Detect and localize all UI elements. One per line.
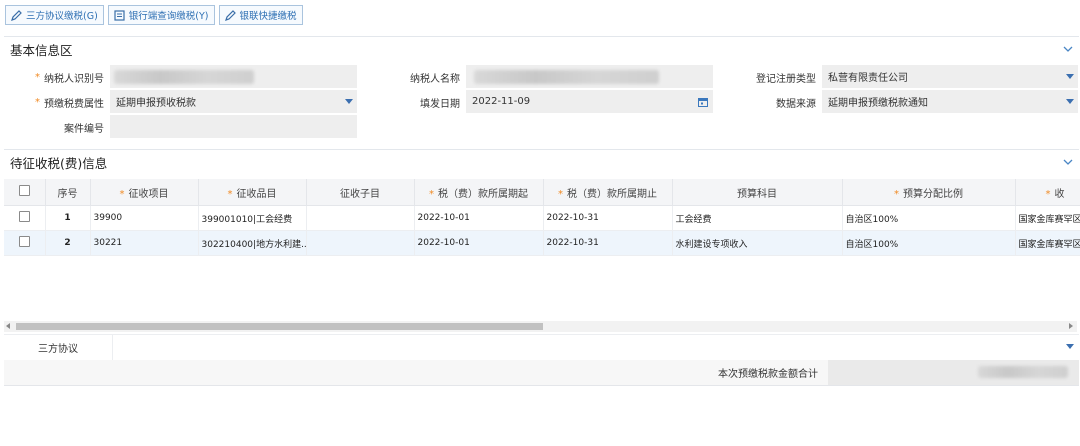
- redacted-value: [114, 70, 254, 84]
- cell-start: 2022-10-01: [414, 205, 544, 231]
- bank-query-pay-button[interactable]: 银行端查询缴税(Y): [107, 5, 215, 25]
- redacted-value: [474, 70, 659, 84]
- col-header-budget[interactable]: 预算科目: [672, 179, 843, 206]
- cell-end: 2022-10-31: [543, 205, 673, 231]
- cell-ratio: 自治区100%: [842, 205, 1016, 231]
- basic-row-2: * 预缴税费属性 延期申报预收税款 填发日期 2022-11-09 数据来源 延期…: [4, 90, 1079, 114]
- prepay-attr-label: * 预缴税费属性: [35, 96, 104, 110]
- dropdown-caret-icon[interactable]: [1066, 344, 1074, 349]
- total-amount-field[interactable]: [828, 360, 1079, 385]
- unionpay-quick-pay-label: 银联快捷缴税: [239, 11, 297, 22]
- cell-ratio: 自治区100%: [842, 230, 1016, 256]
- basic-row-1: * 纳税人识别号 纳税人名称 登记注册类型 私营有限责任公司: [4, 65, 1079, 89]
- basic-info-header[interactable]: 基本信息区: [4, 36, 1079, 62]
- cell-sub: 302210400|地方水利建...: [198, 230, 307, 256]
- total-row: 本次预缴税款金额合计: [4, 360, 1079, 386]
- case-no-label: 案件编号: [64, 123, 104, 135]
- select-all-checkbox[interactable]: [18, 185, 30, 196]
- calendar-icon[interactable]: [698, 97, 708, 107]
- cell-budget: 水利建设专项收入: [672, 230, 843, 256]
- col-header-no: 序号: [45, 179, 91, 206]
- reg-type-field[interactable]: 私营有限责任公司: [822, 65, 1079, 89]
- table-header: 序号 * 征收项目 * 征收品目 征收子目 * 税（费）款所属期起 * 税（费）款所属期…: [4, 179, 1080, 206]
- col-header-child[interactable]: 征收子目: [306, 179, 415, 206]
- row-checkbox-cell[interactable]: [4, 205, 46, 231]
- pending-tax-table: 序号 * 征收项目 * 征收品目 征收子目 * 税（费）款所属期起 * 税（费）款所属期…: [4, 179, 1080, 256]
- pending-info-title: 待征收税(费)信息: [10, 156, 108, 171]
- col-header-start[interactable]: * 税（费）款所属期起: [414, 179, 544, 206]
- tripartite-row: 三方协议: [4, 334, 1079, 361]
- col-header-item[interactable]: * 征收项目: [90, 179, 199, 206]
- cell-treasury: 国家金库赛罕区: [1015, 230, 1080, 256]
- fill-date-label: 填发日期: [420, 98, 460, 110]
- scrollbar-thumb[interactable]: [16, 323, 543, 330]
- row-checkbox[interactable]: [18, 236, 30, 247]
- horizontal-scrollbar[interactable]: [4, 321, 1077, 332]
- data-source-label: 数据来源: [776, 98, 816, 110]
- taxpayer-name-field[interactable]: [466, 65, 714, 89]
- total-label: 本次预缴税款金额合计: [718, 369, 818, 380]
- cell-no: 1: [45, 205, 91, 231]
- cell-budget: 工会经费: [672, 205, 843, 231]
- chevron-down-icon[interactable]: [1063, 45, 1073, 53]
- case-no-field[interactable]: [110, 115, 358, 139]
- scroll-right-icon[interactable]: [1069, 323, 1073, 329]
- dropdown-caret-icon[interactable]: [1066, 74, 1074, 79]
- document-icon: [114, 9, 125, 21]
- pencil-icon: [224, 9, 236, 21]
- reg-type-label: 登记注册类型: [756, 73, 816, 85]
- cell-sub: 399001010|工会经费: [198, 205, 307, 231]
- scroll-left-icon[interactable]: [6, 323, 10, 329]
- redacted-value: [978, 366, 1068, 378]
- cell-treasury: 国家金库赛罕区: [1015, 205, 1080, 231]
- table-row[interactable]: 2 30221 302210400|地方水利建... 2022-10-01 20…: [4, 230, 1080, 256]
- table-row[interactable]: 1 39900 399001010|工会经费 2022-10-01 2022-1…: [4, 205, 1080, 231]
- taxpayer-id-field[interactable]: [110, 65, 358, 89]
- tripartite-label: 三方协议: [38, 344, 78, 355]
- row-checkbox-cell[interactable]: [4, 230, 46, 256]
- chevron-down-icon[interactable]: [1063, 158, 1073, 166]
- col-header-sub[interactable]: * 征收品目: [198, 179, 307, 206]
- cell-end: 2022-10-31: [543, 230, 673, 256]
- cell-child: [306, 205, 415, 231]
- cell-start: 2022-10-01: [414, 230, 544, 256]
- toolbar: 三方协议缴税(G) 银行端查询缴税(Y) 银联快捷缴税: [5, 5, 303, 27]
- basic-row-3: 案件编号: [4, 115, 1079, 139]
- select-all-cell[interactable]: [4, 179, 46, 206]
- cell-item: 39900: [90, 205, 199, 231]
- data-source-field[interactable]: 延期申报预缴税款通知: [822, 90, 1079, 114]
- bank-query-pay-label: 银行端查询缴税(Y): [128, 11, 209, 22]
- prepay-attr-select[interactable]: 延期申报预收税款: [110, 90, 358, 114]
- tripartite-select[interactable]: [112, 335, 1078, 360]
- dropdown-caret-icon[interactable]: [1066, 99, 1074, 104]
- taxpayer-id-label: * 纳税人识别号: [35, 71, 104, 85]
- tripartite-pay-label: 三方协议缴税(G): [26, 11, 98, 22]
- pending-info-header[interactable]: 待征收税(费)信息: [4, 149, 1079, 175]
- cell-child: [306, 230, 415, 256]
- taxpayer-name-label: 纳税人名称: [410, 73, 460, 85]
- pencil-icon: [11, 9, 22, 21]
- fill-date-field[interactable]: 2022-11-09: [466, 90, 714, 114]
- unionpay-quick-pay-button[interactable]: 银联快捷缴税: [218, 5, 303, 25]
- cell-item: 30221: [90, 230, 199, 256]
- cell-no: 2: [45, 230, 91, 256]
- col-header-ratio[interactable]: * 预算分配比例: [842, 179, 1016, 206]
- dropdown-caret-icon[interactable]: [345, 99, 353, 104]
- tripartite-pay-button[interactable]: 三方协议缴税(G): [5, 5, 104, 25]
- row-checkbox[interactable]: [18, 211, 30, 222]
- col-header-treasury[interactable]: * 收: [1015, 179, 1080, 206]
- col-header-end[interactable]: * 税（费）款所属期止: [543, 179, 673, 206]
- basic-info-title: 基本信息区: [10, 43, 73, 58]
